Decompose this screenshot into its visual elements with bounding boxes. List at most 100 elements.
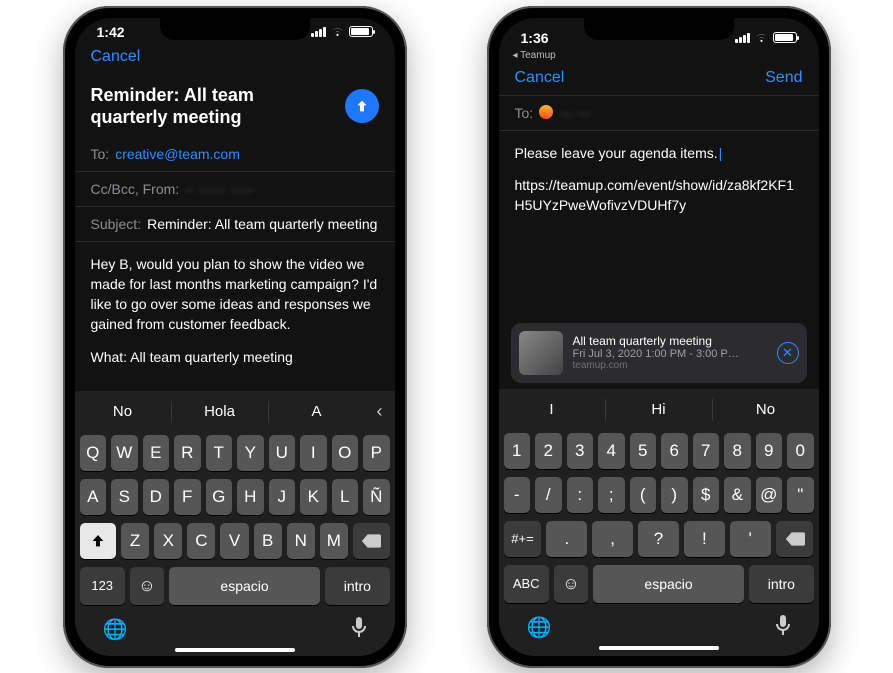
- key-3[interactable]: 3: [567, 433, 594, 469]
- key-r[interactable]: R: [174, 435, 201, 471]
- enter-key[interactable]: intro: [749, 565, 813, 603]
- key-f[interactable]: F: [174, 479, 201, 515]
- key-n[interactable]: N: [287, 523, 315, 559]
- suggestion-bar: No Hola A ‹: [75, 393, 395, 431]
- signal-icon: [311, 27, 326, 37]
- numbers-key[interactable]: 123: [80, 567, 125, 605]
- key-i[interactable]: I: [300, 435, 327, 471]
- link-attachment[interactable]: All team quarterly meeting Fri Jul 3, 20…: [511, 323, 807, 383]
- key-5[interactable]: 5: [630, 433, 657, 469]
- suggestion[interactable]: No: [713, 391, 819, 429]
- key-s[interactable]: S: [111, 479, 138, 515]
- key-b[interactable]: B: [254, 523, 282, 559]
- key-dash[interactable]: -: [504, 477, 531, 513]
- subject-field[interactable]: Subject: Reminder: All team quarterly me…: [75, 207, 395, 242]
- key-colon[interactable]: :: [567, 477, 594, 513]
- space-key[interactable]: espacio: [593, 565, 744, 603]
- letters-key[interactable]: ABC: [504, 565, 549, 603]
- key-c[interactable]: C: [187, 523, 215, 559]
- home-indicator[interactable]: [175, 648, 295, 652]
- wifi-icon: [330, 26, 345, 37]
- key-q[interactable]: Q: [80, 435, 107, 471]
- shift-key[interactable]: [80, 523, 117, 559]
- mic-icon[interactable]: [775, 615, 791, 640]
- to-field[interactable]: To: creative@team.com: [75, 137, 395, 172]
- key-h[interactable]: H: [237, 479, 264, 515]
- key-at[interactable]: @: [756, 477, 783, 513]
- key-p[interactable]: P: [363, 435, 390, 471]
- message-body[interactable]: Hey B, would you plan to show the video …: [75, 242, 395, 391]
- cc-bcc-from-field[interactable]: Cc/Bcc, From: ·· ······ ·····: [75, 172, 395, 207]
- key-exclaim[interactable]: !: [684, 521, 725, 557]
- suggestion[interactable]: Hi: [606, 391, 712, 429]
- send-button[interactable]: [345, 89, 379, 123]
- mic-icon[interactable]: [351, 617, 367, 642]
- key-j[interactable]: J: [269, 479, 296, 515]
- suggestion[interactable]: I: [499, 391, 605, 429]
- compose-navbar: Cancel: [75, 40, 395, 74]
- space-key[interactable]: espacio: [169, 567, 320, 605]
- suggestion[interactable]: A: [269, 393, 365, 431]
- key-lparen[interactable]: (: [630, 477, 657, 513]
- key-question[interactable]: ?: [638, 521, 679, 557]
- key-semicolon[interactable]: ;: [598, 477, 625, 513]
- key-amp[interactable]: &: [724, 477, 751, 513]
- key-6[interactable]: 6: [661, 433, 688, 469]
- key-d[interactable]: D: [143, 479, 170, 515]
- key-enye[interactable]: Ñ: [363, 479, 390, 515]
- suggestion[interactable]: No: [75, 393, 171, 431]
- message-body[interactable]: Please leave your agenda items. https://…: [499, 131, 819, 240]
- globe-icon[interactable]: 🌐: [527, 615, 552, 640]
- delete-key[interactable]: [776, 521, 814, 557]
- emoji-key[interactable]: ☺: [130, 567, 164, 605]
- key-m[interactable]: M: [320, 523, 348, 559]
- key-2[interactable]: 2: [535, 433, 562, 469]
- key-comma[interactable]: ,: [592, 521, 633, 557]
- delete-key[interactable]: [353, 523, 390, 559]
- notch: [584, 18, 734, 40]
- key-u[interactable]: U: [269, 435, 296, 471]
- cancel-button[interactable]: Cancel: [91, 48, 141, 66]
- key-y[interactable]: Y: [237, 435, 264, 471]
- key-x[interactable]: X: [154, 523, 182, 559]
- remove-attachment-button[interactable]: ✕: [777, 342, 799, 364]
- to-field[interactable]: To: ··· ···: [499, 95, 819, 131]
- key-z[interactable]: Z: [121, 523, 149, 559]
- home-indicator[interactable]: [599, 646, 719, 650]
- key-7[interactable]: 7: [693, 433, 720, 469]
- globe-icon[interactable]: 🌐: [103, 617, 128, 642]
- enter-key[interactable]: intro: [325, 567, 389, 605]
- key-l[interactable]: L: [332, 479, 359, 515]
- key-9[interactable]: 9: [756, 433, 783, 469]
- key-0[interactable]: 0: [787, 433, 814, 469]
- arrow-up-icon: [354, 98, 370, 114]
- key-1[interactable]: 1: [504, 433, 531, 469]
- send-button[interactable]: Send: [765, 69, 802, 87]
- key-quote[interactable]: ": [787, 477, 814, 513]
- key-slash[interactable]: /: [535, 477, 562, 513]
- key-g[interactable]: G: [206, 479, 233, 515]
- chevron-left-icon[interactable]: ‹: [365, 393, 395, 431]
- key-o[interactable]: O: [332, 435, 359, 471]
- key-v[interactable]: V: [220, 523, 248, 559]
- key-t[interactable]: T: [206, 435, 233, 471]
- key-apostrophe[interactable]: ': [730, 521, 771, 557]
- key-k[interactable]: K: [300, 479, 327, 515]
- key-period[interactable]: .: [546, 521, 587, 557]
- key-dollar[interactable]: $: [693, 477, 720, 513]
- symbols-key[interactable]: #+=: [504, 521, 542, 557]
- back-to-app[interactable]: ◂ Teamup: [499, 50, 819, 61]
- key-e[interactable]: E: [143, 435, 170, 471]
- emoji-key[interactable]: ☺: [554, 565, 588, 603]
- cancel-button[interactable]: Cancel: [515, 69, 565, 87]
- suggestion[interactable]: Hola: [172, 393, 268, 431]
- key-a[interactable]: A: [80, 479, 107, 515]
- subject-label: Subject:: [91, 216, 142, 232]
- key-8[interactable]: 8: [724, 433, 751, 469]
- key-4[interactable]: 4: [598, 433, 625, 469]
- key-w[interactable]: W: [111, 435, 138, 471]
- body-paragraph: Hey B, would you plan to show the video …: [91, 254, 379, 335]
- keyboard: No Hola A ‹ Q W E R T Y U I O P A: [75, 391, 395, 656]
- to-label: To:: [515, 105, 534, 121]
- key-rparen[interactable]: ): [661, 477, 688, 513]
